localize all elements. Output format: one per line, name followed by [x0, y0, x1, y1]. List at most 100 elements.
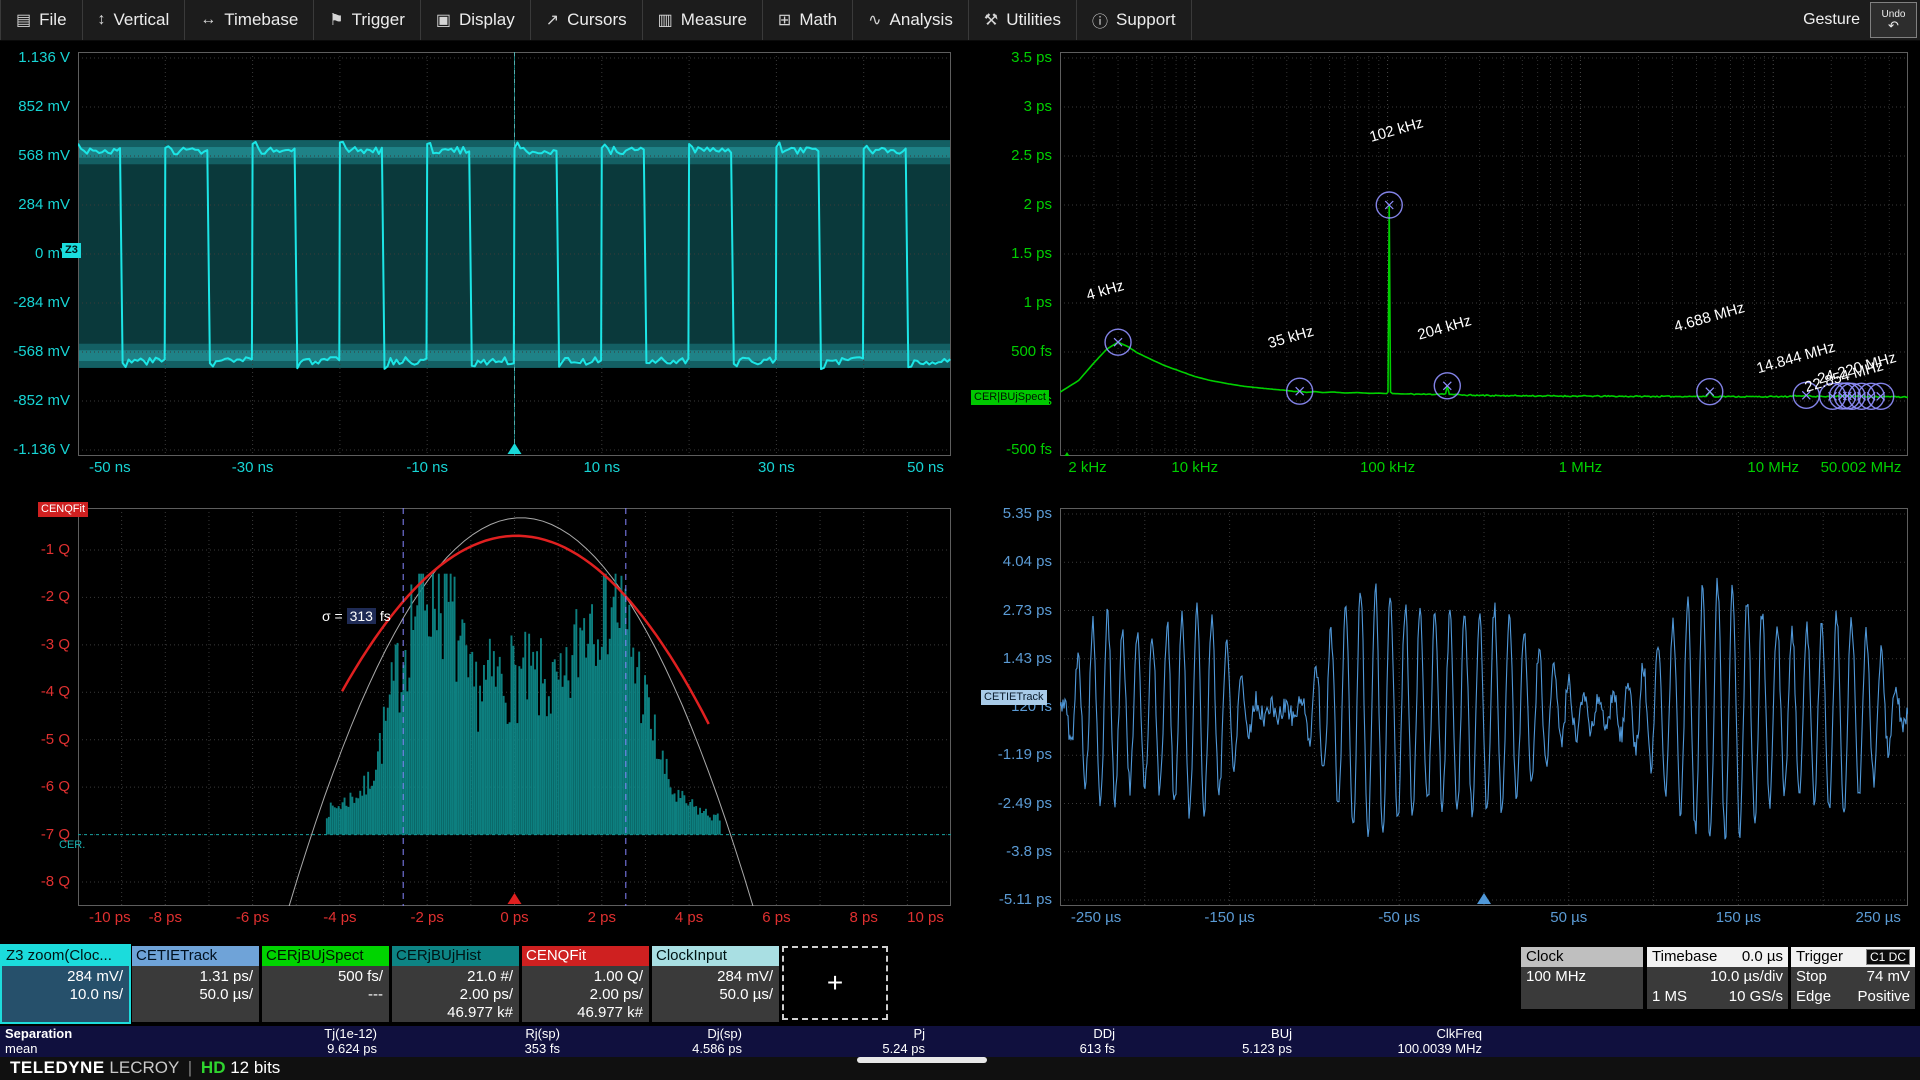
measure-value-5: 613 fs	[925, 1041, 1115, 1056]
y-tick-label: -1 Q	[0, 541, 70, 559]
tie-track-plot[interactable]	[1060, 508, 1908, 906]
descriptor-cerjbujhist[interactable]: CERjBUjHist21.0 #/2.00 ps/46.977 k#	[392, 946, 519, 1022]
y-tick-label: 0 mV	[0, 245, 70, 263]
y-tick-label: 2 ps	[980, 196, 1052, 214]
gesture-label: Gesture	[1803, 11, 1860, 29]
trigger-row-0: Stop74 mV	[1791, 967, 1915, 987]
y-tick-label: -1.19 ps	[980, 746, 1052, 764]
descriptor-z3[interactable]: Z3 zoom(Cloc...284 mV/10.0 ns/	[2, 946, 129, 1022]
menu-vertical[interactable]: ↕Vertical	[83, 0, 186, 40]
y-tick-label: -2.49 ps	[980, 795, 1052, 813]
x-tick-label: 150 µs	[1716, 909, 1761, 926]
x-tick-label: -30 ns	[232, 459, 274, 476]
y-tick-label: 1.5 ps	[980, 245, 1052, 263]
menu-utilities-label: Utilities	[1006, 10, 1061, 30]
x-tick-label: 10 kHz	[1171, 459, 1218, 476]
histogram-plot[interactable]	[78, 508, 951, 906]
menu-math[interactable]: ⊞Math	[763, 0, 853, 40]
x-tick-label: -150 µs	[1204, 909, 1254, 926]
sigma-annotation: σ = 313 fs	[322, 608, 391, 624]
measurement-table: SeparationTj(1e-12)Rj(sp)Dj(sp)PjDDjBUjC…	[0, 1026, 1920, 1057]
y-tick-label: -500 fs	[980, 441, 1052, 459]
spectrum-plot[interactable]: 4 kHz35 kHz102 kHz204 kHz4.688 MHz14.844…	[1060, 52, 1908, 456]
descriptor-cetietrack[interactable]: CETIETrack1.31 ps/50.0 µs/	[132, 946, 259, 1022]
undo-button[interactable]: Undo ↶	[1870, 2, 1917, 38]
descriptor-cenqfit-header: CENQFit	[522, 946, 649, 966]
menu-analysis[interactable]: ∿Analysis	[853, 0, 969, 40]
clock-box[interactable]: Clock100 MHz	[1521, 947, 1643, 1009]
timebase-box[interactable]: Timebase0.0 µs10.0 µs/div1 MS10 GS/s	[1647, 947, 1788, 1009]
brand-teledyne: TELEDYNE	[10, 1058, 105, 1077]
descriptor-clockinput-values: 284 mV/50.0 µs/	[652, 966, 779, 1004]
y-tick-label: 1.43 ps	[980, 650, 1052, 668]
measurement-value-row: mean9.624 ps353 fs4.586 ps5.24 ps613 fs5…	[0, 1041, 1920, 1056]
status-bar: TELEDYNE LECROY | HD 12 bits	[0, 1057, 1920, 1080]
menu-utilities[interactable]: ⚒ Utilities	[969, 0, 1077, 40]
y-tick-label: 568 mV	[0, 147, 70, 165]
y-tick-label: -568 mV	[0, 343, 70, 361]
menu-file[interactable]: ▤File	[0, 0, 83, 40]
menu-timebase[interactable]: ↔Timebase	[185, 0, 314, 40]
bits-label: 12 bits	[230, 1058, 280, 1077]
timebase-sampling: 1 MS10 GS/s	[1647, 987, 1788, 1007]
descriptor-clockinput-header: ClockInput	[652, 946, 779, 966]
x-tick-label: -10 ps	[89, 909, 131, 926]
trigger-source-badge: C1 DC	[1866, 949, 1910, 965]
descriptor-cenqfit[interactable]: CENQFit1.00 Q/2.00 ps/46.977 k#	[522, 946, 649, 1022]
x-tick-label: 250 µs	[1856, 909, 1901, 926]
descriptor-cerjbujhist-header: CERjBUjHist	[392, 946, 519, 966]
menu-timebase-label: Timebase	[224, 10, 298, 30]
histogram-baseline-label: CER.	[56, 838, 88, 853]
descriptor-cerjbujspect-values: 500 fs/---	[262, 966, 389, 1004]
x-tick-label: -50 ns	[89, 459, 131, 476]
brand-logo: TELEDYNE LECROY | HD 12 bits	[10, 1058, 280, 1078]
descriptor-clockinput[interactable]: ClockInput284 mV/50.0 µs/	[652, 946, 779, 1022]
x-tick-label: 2 ps	[588, 909, 616, 926]
brand-divider: |	[184, 1058, 196, 1077]
menu-measure[interactable]: ▥Measure	[643, 0, 763, 40]
svg-text:4.688 MHz: 4.688 MHz	[1672, 299, 1746, 335]
menu-cursors[interactable]: ↗Cursors	[531, 0, 643, 40]
menu-trigger-label: Trigger	[352, 10, 405, 30]
x-tick-label: 0 ps	[500, 909, 528, 926]
menu-measure-label: Measure	[681, 10, 747, 30]
menu-math-label: Math	[799, 10, 837, 30]
menu-support[interactable]: ⓘSupport	[1077, 0, 1192, 40]
y-tick-label: 500 fs	[980, 343, 1052, 361]
y-tick-label: -4 Q	[0, 683, 70, 701]
trigger-box[interactable]: TriggerC1 DCStop74 mVEdgePositive	[1791, 947, 1915, 1009]
trigger-box-header: TriggerC1 DC	[1791, 947, 1915, 967]
descriptor-z3-values: 284 mV/10.0 ns/	[2, 966, 129, 1004]
x-tick-label: 10 ps	[907, 909, 944, 926]
cursors-icon: ↗	[546, 10, 559, 30]
measure-value-7: 100.0039 MHz	[1292, 1041, 1482, 1056]
y-tick-label: -6 Q	[0, 778, 70, 796]
descriptor-cerjbujhist-values: 21.0 #/2.00 ps/46.977 k#	[392, 966, 519, 1022]
descriptor-cerjbujspect[interactable]: CERjBUjSpect500 fs/---	[262, 946, 389, 1022]
measure-header-2: Rj(sp)	[377, 1026, 560, 1041]
add-trace-button[interactable]: +	[782, 946, 888, 1020]
menu-trigger[interactable]: ⚑Trigger	[314, 0, 421, 40]
menu-support-label: Support	[1116, 10, 1176, 30]
menu-vertical-label: Vertical	[114, 10, 170, 30]
measurement-header-row: SeparationTj(1e-12)Rj(sp)Dj(sp)PjDDjBUjC…	[0, 1026, 1920, 1041]
y-tick-label: 852 mV	[0, 98, 70, 116]
x-tick-label: 10 MHz	[1747, 459, 1799, 476]
measure-header-4: Pj	[742, 1026, 925, 1041]
y-tick-label: 4.04 ps	[980, 553, 1052, 571]
x-tick-label: 8 ps	[850, 909, 878, 926]
y-tick-label: -284 mV	[0, 294, 70, 312]
descriptor-cerjbujspect-header: CERjBUjSpect	[262, 946, 389, 966]
x-tick-label: 4 ps	[675, 909, 703, 926]
plot-area: 1.136 V852 mV568 mV284 mV0 mV-284 mV-568…	[0, 0, 1920, 1080]
menu-file-label: File	[39, 10, 66, 30]
utilities-icon: ⚒	[984, 10, 998, 30]
zoom-waveform-plot[interactable]	[78, 52, 951, 456]
measure-header-1: Tj(1e-12)	[155, 1026, 377, 1041]
x-tick-label: 1 MHz	[1559, 459, 1602, 476]
menu-analysis-label: Analysis	[890, 10, 953, 30]
measure-value-1: 9.624 ps	[155, 1041, 377, 1056]
menu-display[interactable]: ▣Display	[421, 0, 531, 40]
descriptor-z3-header: Z3 zoom(Cloc...	[2, 946, 129, 966]
z3-trace-badge: Z3	[62, 243, 81, 258]
